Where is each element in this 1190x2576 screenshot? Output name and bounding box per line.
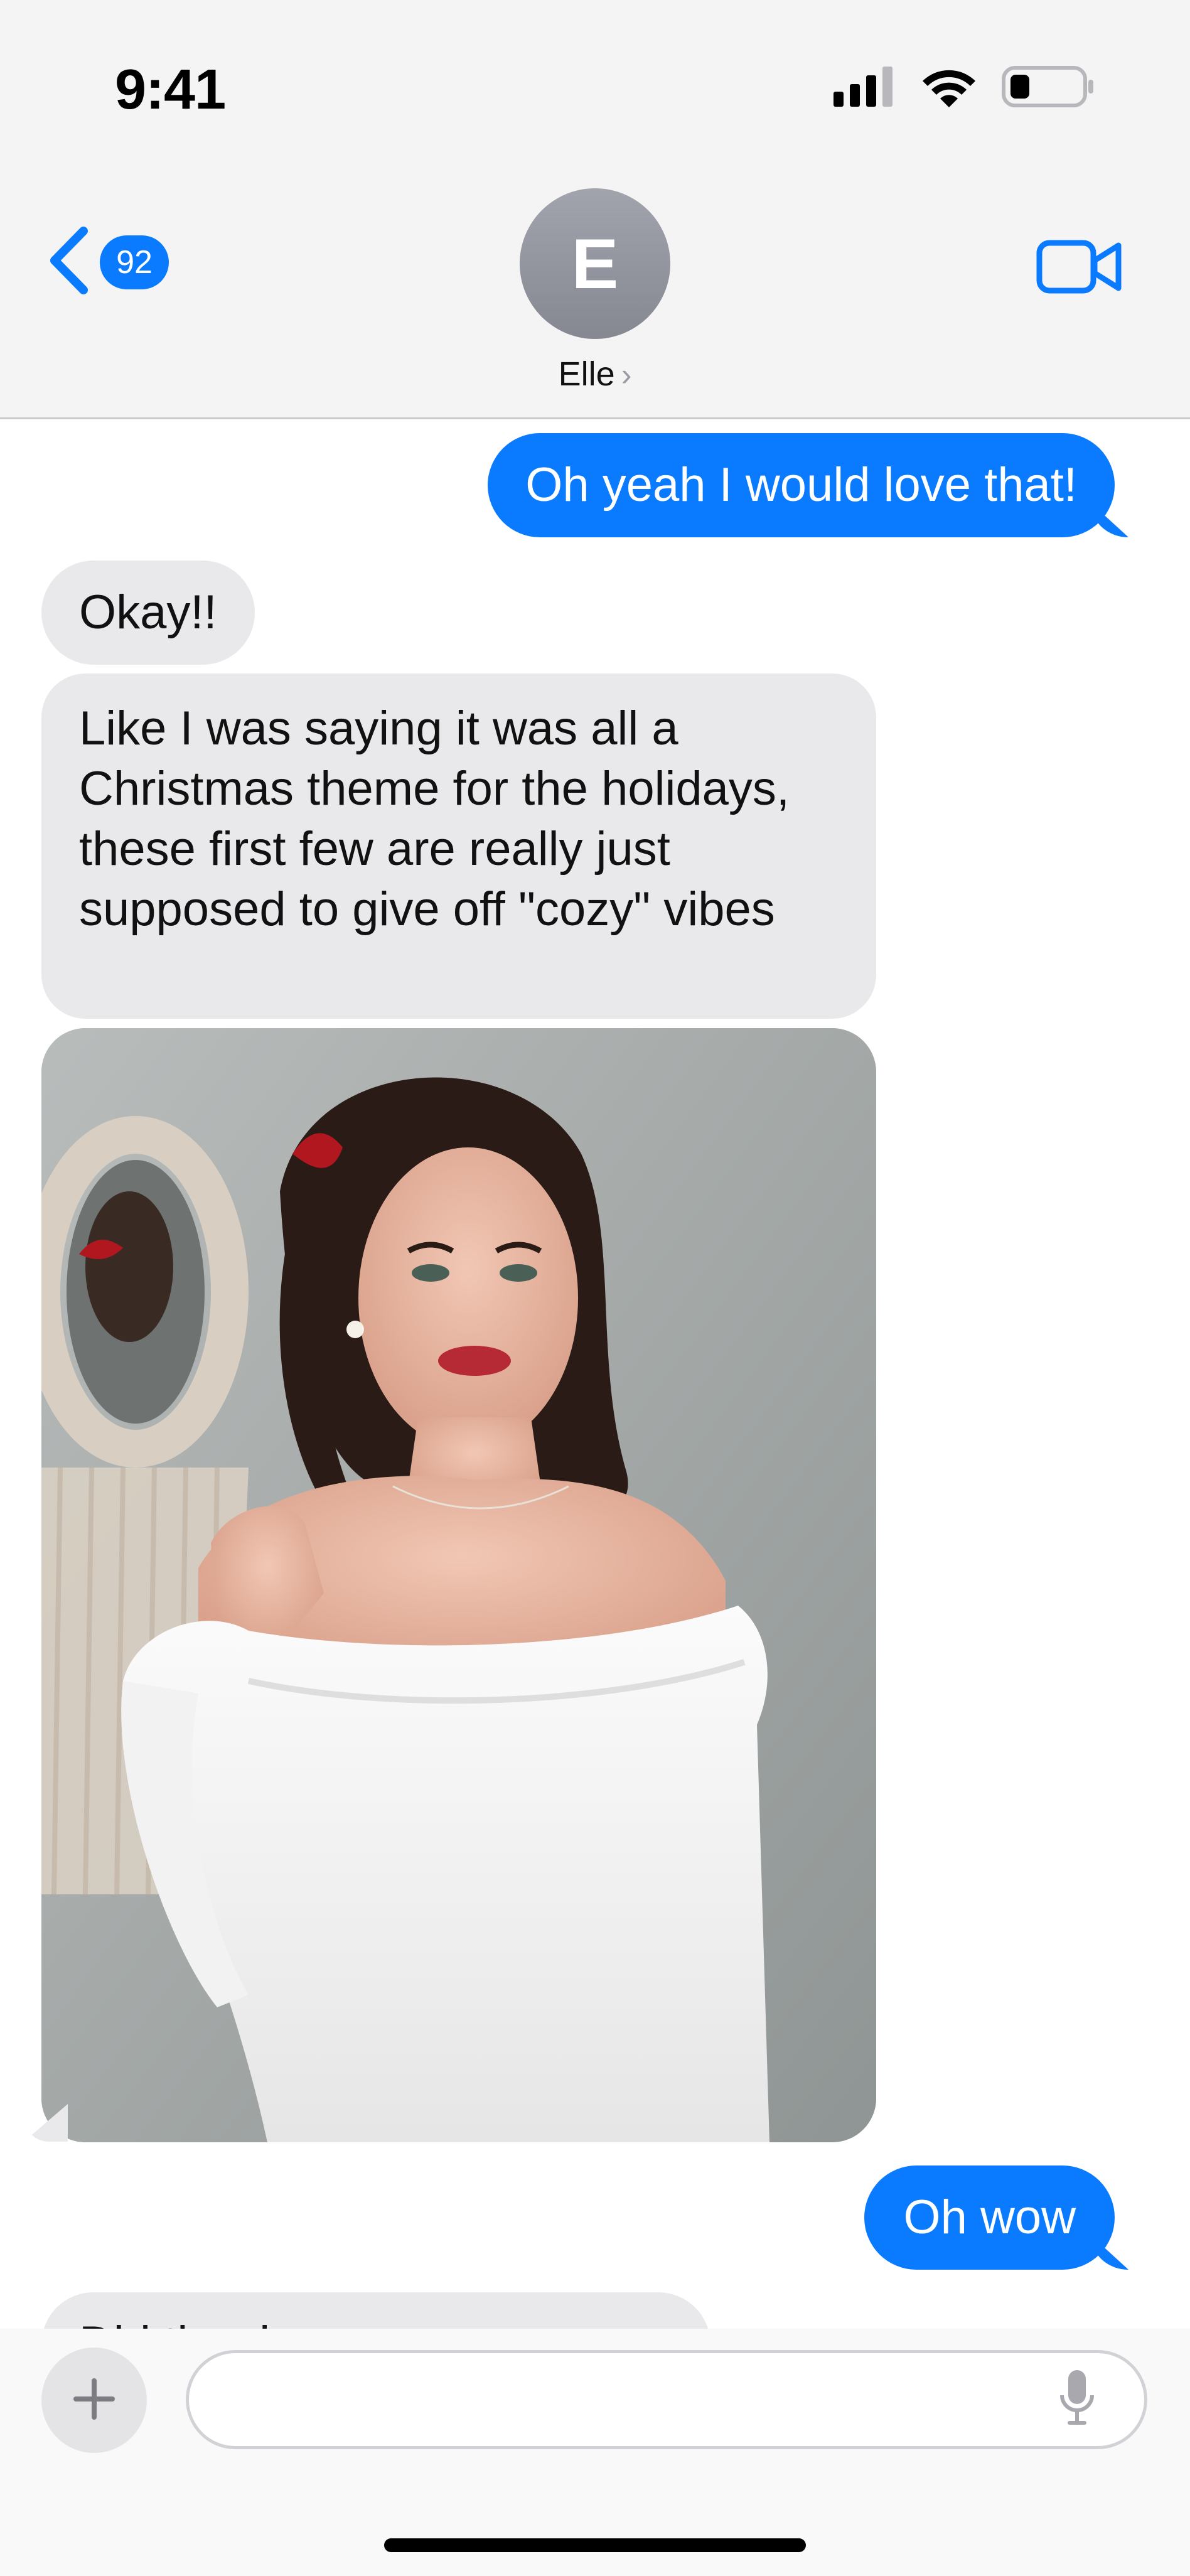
message-bubble-received[interactable]: Like I was saying it was all a Christmas… <box>41 674 876 1019</box>
unread-count-badge: 92 <box>100 235 169 289</box>
status-time: 9:41 <box>115 58 226 121</box>
message-input[interactable] <box>186 2350 1147 2449</box>
messages-screen: 9:41 92 E Elle › Oh yeah I would love th… <box>0 0 1190 2576</box>
plus-icon <box>73 2378 115 2423</box>
video-call-button[interactable] <box>1036 235 1123 301</box>
home-indicator[interactable] <box>384 2538 806 2552</box>
back-button[interactable]: 92 <box>47 226 169 298</box>
video-camera-icon <box>1036 240 1123 301</box>
contact-name[interactable]: Elle › <box>0 355 1190 394</box>
cellular-signal-icon <box>834 66 896 110</box>
photo-image <box>41 1028 876 2142</box>
conversation-header: 9:41 92 E Elle › <box>0 0 1190 419</box>
wifi-icon <box>919 65 979 112</box>
message-bubble-received[interactable]: Okay!! <box>41 561 255 665</box>
microphone-icon <box>1058 2370 1096 2433</box>
contact-name-label: Elle <box>558 355 615 393</box>
chevron-right-icon: › <box>621 357 632 392</box>
dictation-button[interactable] <box>1058 2368 1096 2434</box>
chevron-left-icon <box>47 226 91 298</box>
add-attachment-button[interactable] <box>41 2348 147 2453</box>
battery-icon <box>1002 65 1096 112</box>
contact-avatar[interactable]: E <box>520 188 670 339</box>
message-photo[interactable] <box>41 1028 876 2142</box>
message-bubble-sent[interactable]: Oh wow <box>864 2165 1115 2270</box>
message-bubble-sent[interactable]: Oh yeah I would love that! <box>488 433 1115 537</box>
status-icons <box>834 63 1096 113</box>
